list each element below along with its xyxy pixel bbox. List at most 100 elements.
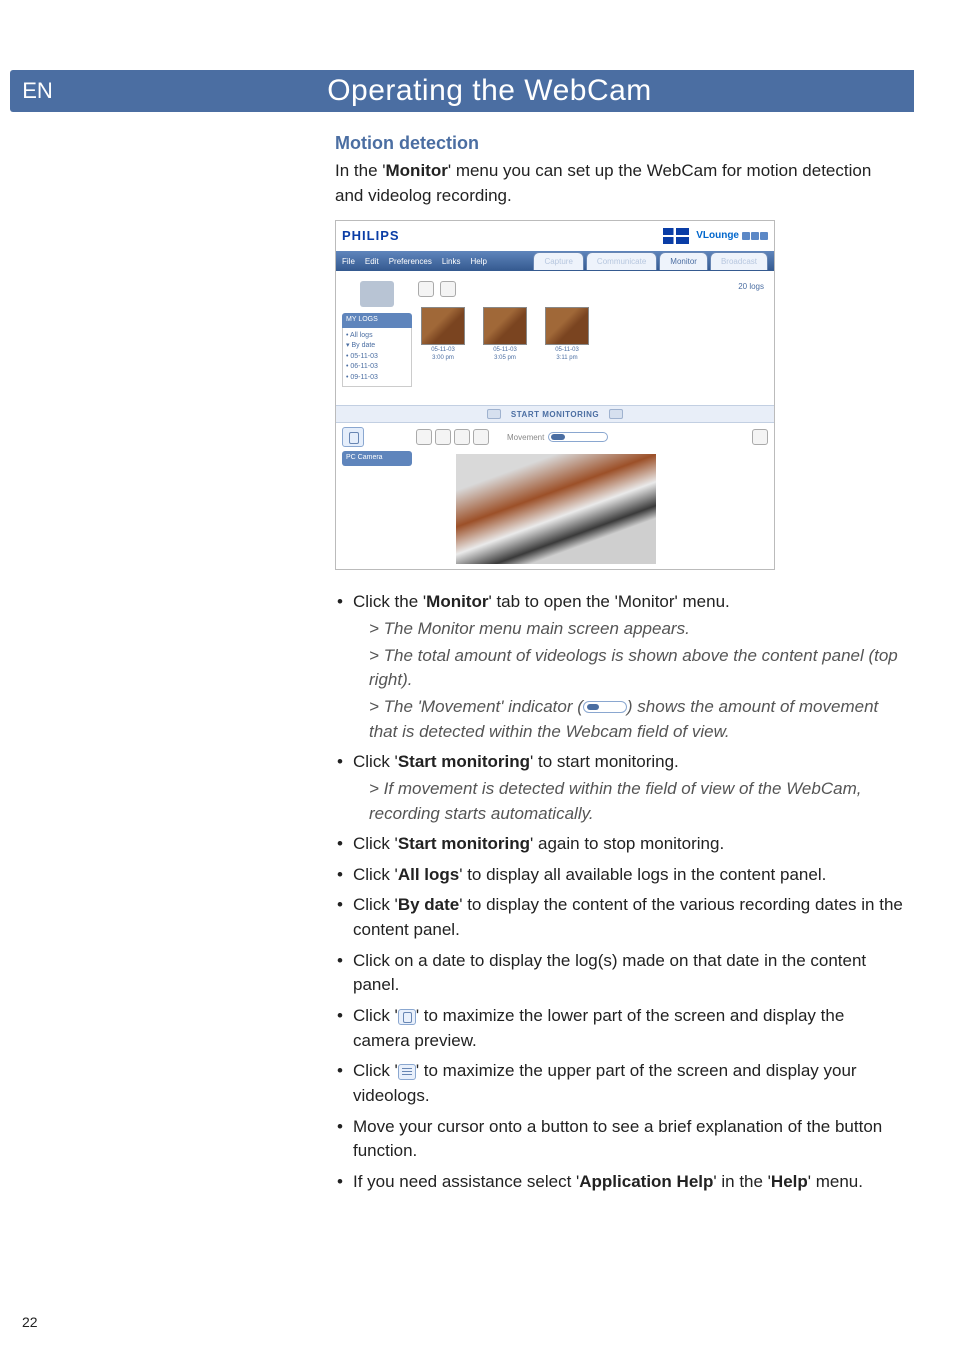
tree-by-date[interactable]: ▾ By date — [346, 341, 408, 352]
page-title: Operating the WebCam — [65, 70, 914, 112]
bold: Application Help — [579, 1172, 713, 1191]
thumbnail[interactable]: 05-11-033:00 pm — [421, 307, 465, 361]
bold: Monitor — [386, 161, 448, 180]
app-tabs: Capture Communicate Monitor Broadcast — [533, 252, 768, 270]
text: Click ' — [353, 895, 398, 914]
flag-icon — [663, 228, 689, 244]
text: ' to maximize the lower part of the scre… — [353, 1006, 844, 1050]
start-monitoring-button[interactable]: START MONITORING — [511, 409, 599, 421]
camera-preview — [456, 454, 656, 564]
lower-toolbar: Movement — [342, 427, 768, 447]
videologs-icon — [398, 1064, 416, 1080]
tab-broadcast[interactable]: Broadcast — [710, 252, 768, 270]
text: ' menu. — [808, 1172, 863, 1191]
tree-date-3[interactable]: • 09-11-03 — [346, 373, 408, 384]
list-item: Click 'By date' to display the content o… — [335, 893, 904, 942]
videologs-icon[interactable] — [416, 429, 432, 445]
text: Click ' — [353, 1006, 398, 1025]
text: The Monitor menu main screen appears. — [384, 619, 690, 638]
text: ' in the ' — [713, 1172, 771, 1191]
screenshot-body: MY LOGS • All logs ▾ By date • 05-11-03 … — [336, 271, 774, 569]
tree-date-1[interactable]: • 05-11-03 — [346, 352, 408, 363]
collapse-down-icon[interactable] — [609, 409, 623, 419]
text: Click the ' — [353, 592, 426, 611]
intro-paragraph: In the 'Monitor' menu you can set up the… — [335, 159, 904, 208]
settings-icon[interactable] — [473, 429, 489, 445]
text: ' again to stop monitoring. — [530, 834, 724, 853]
movement-indicator-icon — [583, 701, 627, 713]
text: Click ' — [353, 752, 398, 771]
sub-item: > If movement is detected within the fie… — [353, 777, 904, 826]
my-logs-header: MY LOGS — [342, 313, 412, 327]
text: Click ' — [353, 834, 398, 853]
list-item: Click the 'Monitor' tab to open the 'Mon… — [335, 590, 904, 744]
sub-item: > The 'Movement' indicator () shows the … — [353, 695, 904, 744]
window-header: PHILIPS VLounge — [336, 221, 774, 251]
bold: Help — [771, 1172, 808, 1191]
bold: All logs — [398, 865, 459, 884]
sidebar: MY LOGS • All logs ▾ By date • 05-11-03 … — [342, 277, 412, 387]
collapse-up-icon[interactable] — [487, 409, 501, 419]
camera-preview-icon — [398, 1009, 416, 1025]
tab-capture[interactable]: Capture — [533, 252, 583, 270]
bold: Monitor — [426, 592, 488, 611]
list-item: Click 'Start monitoring' again to stop m… — [335, 832, 904, 857]
text: Click ' — [353, 865, 398, 884]
tab-communicate[interactable]: Communicate — [586, 252, 657, 270]
menu-help[interactable]: Help — [471, 256, 487, 268]
logs-tree: • All logs ▾ By date • 05-11-03 • 06-11-… — [342, 328, 412, 388]
log-count: 20 logs — [738, 281, 764, 293]
window-buttons — [742, 232, 768, 240]
menu-edit[interactable]: Edit — [365, 256, 379, 268]
thumbnail[interactable]: 05-11-033:05 pm — [483, 307, 527, 361]
movement-label: Movement — [507, 432, 544, 444]
list-item: Click '' to maximize the upper part of t… — [335, 1059, 904, 1108]
tool-group — [416, 429, 489, 445]
rotate-icon[interactable] — [418, 281, 434, 297]
list-item: Click '' to maximize the lower part of t… — [335, 1004, 904, 1053]
top-toolbar — [418, 281, 456, 297]
thumbnail-row: 05-11-033:00 pm 05-11-033:05 pm 05-11-03… — [421, 307, 589, 361]
camera-preview-icon[interactable] — [342, 427, 364, 447]
mid-bar: START MONITORING — [336, 405, 774, 423]
section-heading: Motion detection — [335, 130, 904, 156]
thumb-caption: 05-11-033:05 pm — [483, 347, 527, 361]
fullscreen-icon[interactable] — [454, 429, 470, 445]
text: ' tab to open the 'Monitor' menu. — [488, 592, 729, 611]
pc-camera-label: PC Camera — [342, 451, 412, 465]
instruction-list: Click the 'Monitor' tab to open the 'Mon… — [335, 590, 904, 1194]
movement-bar — [548, 432, 608, 442]
thumb-caption: 05-11-033:00 pm — [421, 347, 465, 361]
text: In the ' — [335, 161, 386, 180]
thumb-image — [483, 307, 527, 345]
menu-links[interactable]: Links — [442, 256, 461, 268]
delete-icon[interactable] — [440, 281, 456, 297]
bold: Start monitoring — [398, 834, 530, 853]
text: ' to start monitoring. — [530, 752, 679, 771]
tree-date-2[interactable]: • 06-11-03 — [346, 362, 408, 373]
eject-icon[interactable] — [752, 429, 768, 445]
text: Click ' — [353, 1061, 398, 1080]
tree-all-logs[interactable]: • All logs — [346, 331, 408, 342]
bold: Start monitoring — [398, 752, 530, 771]
monitor-icon — [360, 281, 394, 307]
thumb-caption: 05-11-033:11 pm — [545, 347, 589, 361]
brand-logo: PHILIPS — [342, 227, 400, 246]
page-number: 22 — [22, 1314, 38, 1330]
zoom-icon[interactable] — [435, 429, 451, 445]
app-screenshot: PHILIPS VLounge Capture Communicate Moni… — [335, 220, 775, 570]
text: The total amount of videologs is shown a… — [369, 646, 898, 690]
text: ' to maximize the upper part of the scre… — [353, 1061, 857, 1105]
sub-item: > The total amount of videologs is shown… — [353, 644, 904, 693]
tab-monitor[interactable]: Monitor — [659, 252, 708, 270]
thumbnail[interactable]: 05-11-033:11 pm — [545, 307, 589, 361]
text: The 'Movement' indicator ( — [384, 697, 583, 716]
thumb-image — [421, 307, 465, 345]
text: ' to display all available logs in the c… — [459, 865, 826, 884]
menu-file[interactable]: File — [342, 256, 355, 268]
menu-preferences[interactable]: Preferences — [389, 256, 432, 268]
text: If you need assistance select ' — [353, 1172, 579, 1191]
movement-indicator: Movement — [507, 432, 608, 444]
text: If movement is detected within the field… — [369, 779, 861, 823]
list-item: Move your cursor onto a button to see a … — [335, 1115, 904, 1164]
